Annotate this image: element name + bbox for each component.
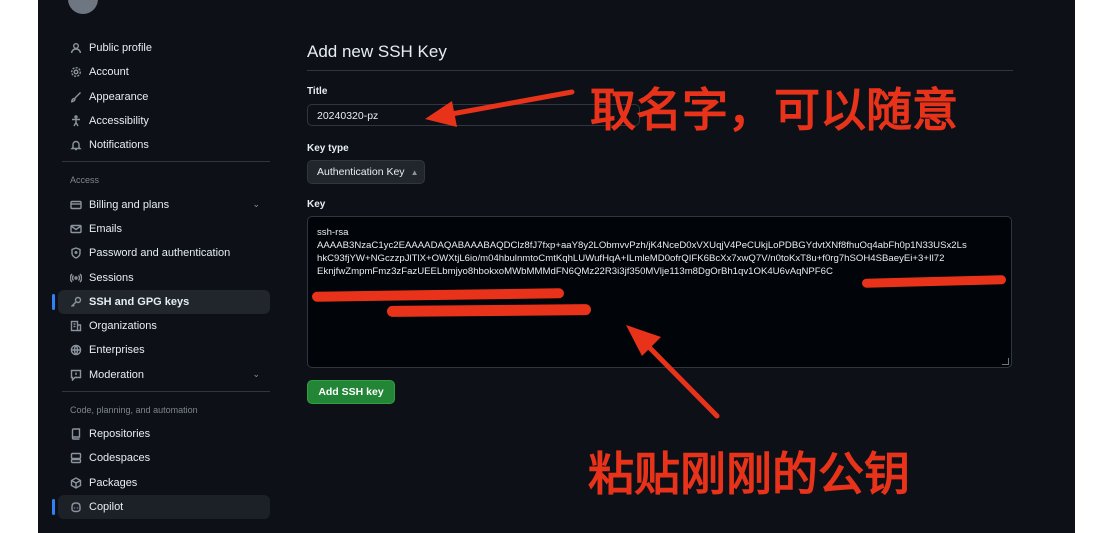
sidebar-item-codespaces[interactable]: Codespaces xyxy=(58,446,270,470)
sidebar-item-appearance[interactable]: Appearance xyxy=(58,85,270,109)
select-caret-icon: ▲ xyxy=(410,167,419,177)
key-line: AAAAB3NzaC1yc2EAAAADAQABAAABAQDClz8fJ7fx… xyxy=(317,240,967,251)
broadcast-icon xyxy=(70,272,82,284)
key-type-value: Authentication Key xyxy=(317,166,405,178)
sidebar-item-label: Appearance xyxy=(89,90,149,103)
sidebar-item-label: SSH and GPG keys xyxy=(89,295,190,308)
key-line: ssh-rsa xyxy=(317,227,349,238)
sidebar-item-label: Emails xyxy=(89,222,123,235)
sidebar-item-label: Moderation xyxy=(89,368,145,381)
sidebar-item-label: Repositories xyxy=(89,428,151,440)
sidebar-item-label: Accessibility xyxy=(89,115,149,128)
globe-icon xyxy=(70,344,82,356)
sidebar-item-label: Enterprises xyxy=(89,344,145,357)
accessibility-icon xyxy=(70,115,82,127)
sidebar-divider xyxy=(62,161,270,163)
sidebar-divider xyxy=(62,390,270,392)
sidebar-item-label: Account xyxy=(89,66,129,79)
bell-icon xyxy=(70,139,82,151)
key-type-select[interactable]: Authentication Key ▲ xyxy=(307,160,425,184)
sidebar-item-label: Organizations xyxy=(89,320,157,333)
chevron-down-icon[interactable]: ⌄ xyxy=(252,199,260,210)
key-line: EknjfwZmpmFmz3zFazUEELbmjyo8hbokxoMWbMMM… xyxy=(317,266,833,277)
shield-lock-icon xyxy=(70,247,82,259)
sidebar-item-sessions[interactable]: Sessions xyxy=(58,265,270,289)
sidebar-item-label: Copilot xyxy=(89,500,124,513)
package-icon xyxy=(70,476,82,489)
sidebar-item-label: Public profile xyxy=(89,42,152,55)
sidebar-item-password[interactable]: Password and authentication xyxy=(58,241,270,265)
annotation-key-hint: 粘贴刚刚的公钥 xyxy=(588,447,910,501)
repo-icon xyxy=(70,428,82,440)
sidebar-item-enterprises[interactable]: Enterprises xyxy=(58,338,270,362)
sidebar-item-organizations[interactable]: Organizations xyxy=(58,314,270,338)
codespaces-icon xyxy=(70,452,82,464)
mail-icon xyxy=(70,223,82,235)
sidebar-item-packages[interactable]: Packages xyxy=(58,470,270,494)
key-label: Key xyxy=(307,199,326,210)
title-label: Title xyxy=(307,86,328,97)
sidebar-item-ssh-gpg-keys[interactable]: SSH and GPG keys xyxy=(52,289,270,314)
sidebar-item-moderation[interactable]: Moderation ⌄ xyxy=(58,363,270,387)
key-icon xyxy=(70,296,82,308)
sidebar-section-access: Access xyxy=(70,175,100,186)
chevron-down-icon[interactable]: ⌄ xyxy=(252,369,260,380)
paintbrush-icon xyxy=(70,91,82,103)
person-icon xyxy=(70,42,82,54)
redaction-mark xyxy=(386,304,592,317)
sidebar-item-label: Billing and plans xyxy=(89,198,170,211)
sidebar-item-label: Codespaces xyxy=(89,452,151,465)
key-type-label: Key type xyxy=(307,143,349,154)
sidebar-item-label: Password and authentication xyxy=(89,247,231,260)
resize-handle[interactable] xyxy=(1002,358,1009,365)
sidebar-item-repositories[interactable]: Repositories xyxy=(58,422,270,446)
page-title: Add new SSH Key xyxy=(307,42,447,61)
sidebar-item-label: Sessions xyxy=(89,271,134,284)
sidebar-item-notifications[interactable]: Notifications xyxy=(58,133,270,157)
sidebar-item-account[interactable]: Account xyxy=(58,60,270,84)
annotation-title-hint: 取名字，可以随意 xyxy=(590,83,958,137)
settings-sidebar: Public profile Account Appearance Access… xyxy=(52,36,270,520)
key-line: hkC93fjYW+NGczzpJlTlX+OWXtjL6io/m04hbuln… xyxy=(317,253,945,264)
sidebar-item-accessibility[interactable]: Accessibility xyxy=(58,109,270,133)
sidebar-item-label: Notifications xyxy=(89,139,149,152)
organization-icon xyxy=(70,320,82,332)
sidebar-section-code: Code, planning, and automation xyxy=(70,404,198,415)
sidebar-item-emails[interactable]: Emails xyxy=(58,217,270,241)
title-divider xyxy=(307,70,1013,71)
sidebar-item-copilot[interactable]: Copilot xyxy=(52,494,270,520)
copilot-icon xyxy=(70,501,82,513)
avatar[interactable] xyxy=(68,0,98,14)
gear-icon xyxy=(70,66,82,78)
add-ssh-key-button[interactable]: Add SSH key xyxy=(307,380,395,404)
sidebar-item-label: Packages xyxy=(89,476,138,489)
report-icon xyxy=(70,369,82,381)
sidebar-item-billing[interactable]: Billing and plans ⌄ xyxy=(58,192,270,216)
credit-card-icon xyxy=(70,199,82,211)
sidebar-item-public-profile[interactable]: Public profile xyxy=(58,36,270,60)
